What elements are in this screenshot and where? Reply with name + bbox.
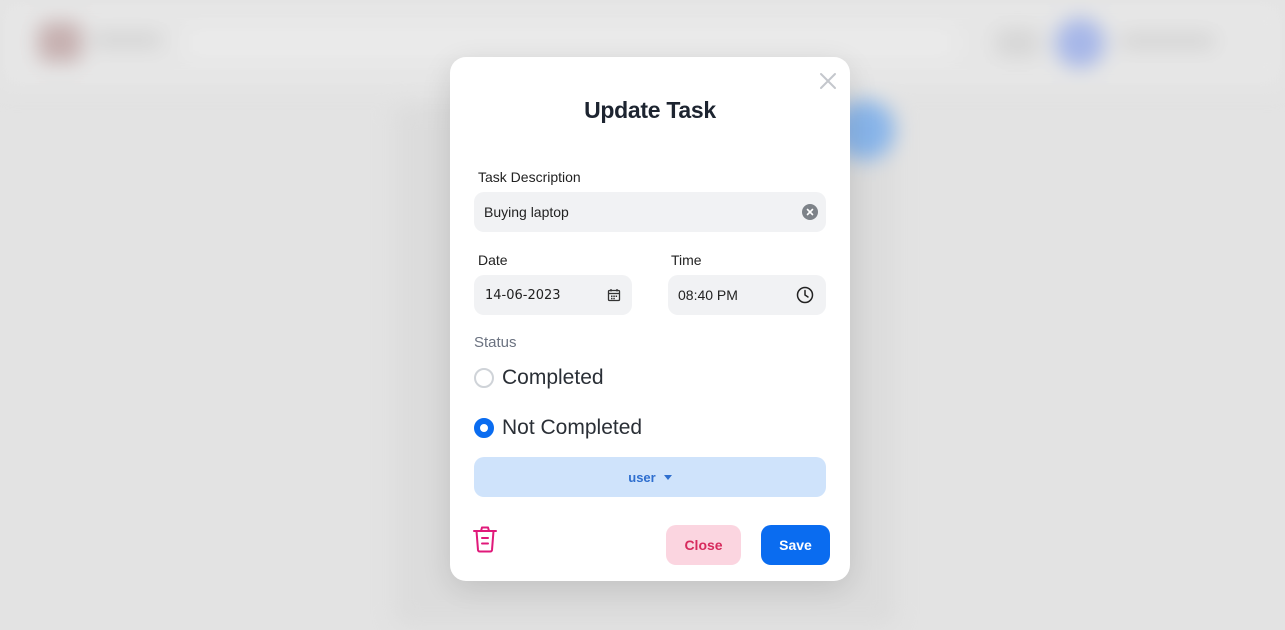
update-task-modal: Update Task Task Description Buying lapt… — [450, 57, 850, 581]
close-button[interactable]: Close — [666, 525, 741, 565]
date-value: 14-06-2023 — [485, 287, 561, 303]
status-option-label: Completed — [502, 366, 604, 389]
status-option-completed[interactable]: Completed — [474, 366, 604, 390]
trash-icon[interactable] — [472, 525, 498, 553]
calendar-icon[interactable] — [607, 288, 621, 302]
status-option-not-completed[interactable]: Not Completed — [474, 416, 642, 440]
radio-completed[interactable] — [474, 368, 494, 388]
description-field[interactable]: Buying laptop — [474, 192, 826, 232]
time-label: Time — [671, 252, 702, 268]
date-label: Date — [478, 252, 508, 268]
save-button[interactable]: Save — [761, 525, 830, 565]
assignee-dropdown[interactable]: user — [474, 457, 826, 497]
assignee-label: user — [628, 469, 656, 485]
time-field[interactable]: 08:40 PM — [668, 275, 826, 315]
status-label: Status — [474, 334, 517, 351]
radio-not-completed[interactable] — [474, 418, 494, 438]
chevron-down-icon — [663, 474, 672, 480]
modal-title: Update Task — [584, 97, 716, 123]
time-value: 08:40 PM — [678, 287, 738, 303]
description-label: Task Description — [478, 169, 581, 185]
clock-icon[interactable] — [796, 286, 814, 304]
description-value: Buying laptop — [484, 204, 569, 220]
date-field[interactable]: 14-06-2023 — [474, 275, 632, 315]
close-icon[interactable] — [818, 71, 838, 91]
clear-icon[interactable] — [802, 204, 818, 220]
status-option-label: Not Completed — [502, 416, 643, 439]
